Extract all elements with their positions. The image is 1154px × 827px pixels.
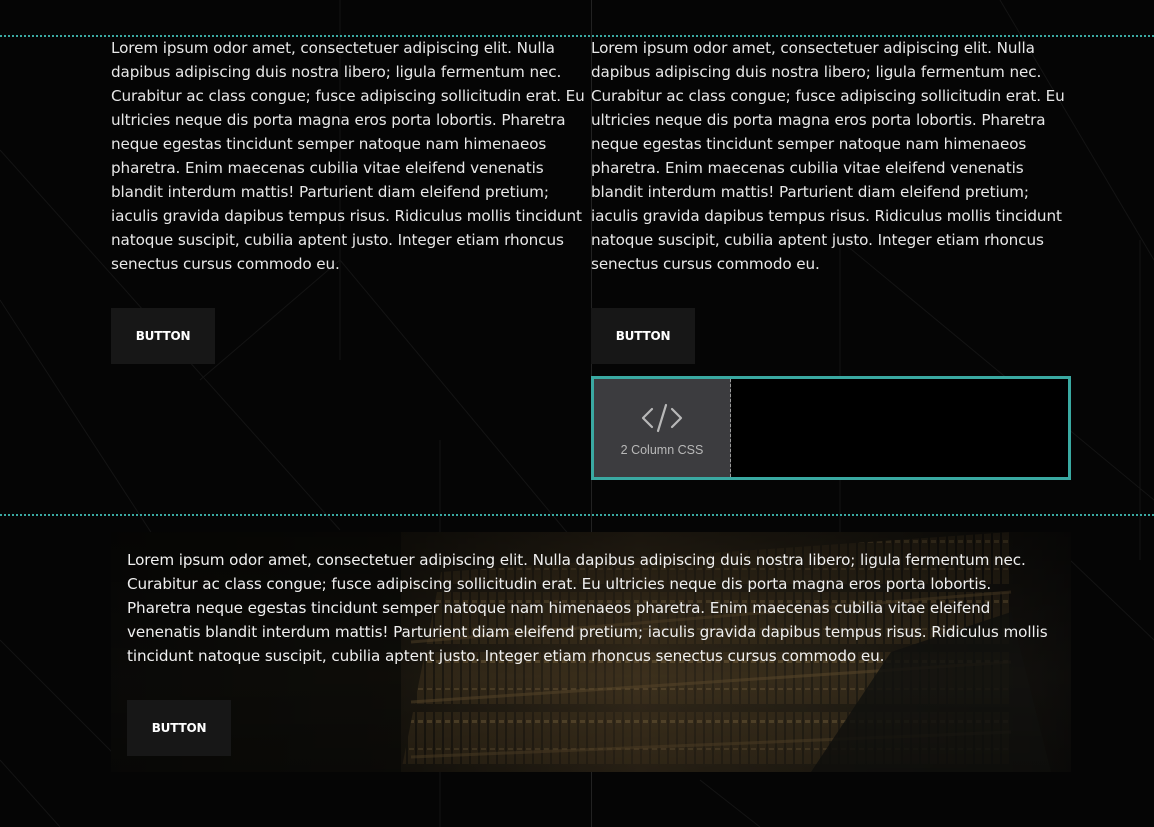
library-image-section: Lorem ipsum odor amet, consectetuer adip… <box>111 532 1071 772</box>
code-widget[interactable]: 2 Column CSS <box>591 376 1071 480</box>
left-column-paragraph: Lorem ipsum odor amet, consectetuer adip… <box>111 39 585 273</box>
code-widget-label: 2 Column CSS <box>620 443 704 457</box>
left-column-button[interactable]: BUTTON <box>111 308 215 364</box>
library-section-button[interactable]: BUTTON <box>127 700 231 756</box>
page-canvas: Lorem ipsum odor amet, consectetuer adip… <box>0 0 1154 827</box>
code-icon <box>641 403 683 433</box>
code-widget-tab[interactable]: 2 Column CSS <box>594 379 731 477</box>
library-section-paragraph: Lorem ipsum odor amet, consectetuer adip… <box>127 551 1048 665</box>
right-column-paragraph: Lorem ipsum odor amet, consectetuer adip… <box>591 39 1065 273</box>
section-boundary-middle <box>0 514 1154 516</box>
right-column-button[interactable]: BUTTON <box>591 308 695 364</box>
